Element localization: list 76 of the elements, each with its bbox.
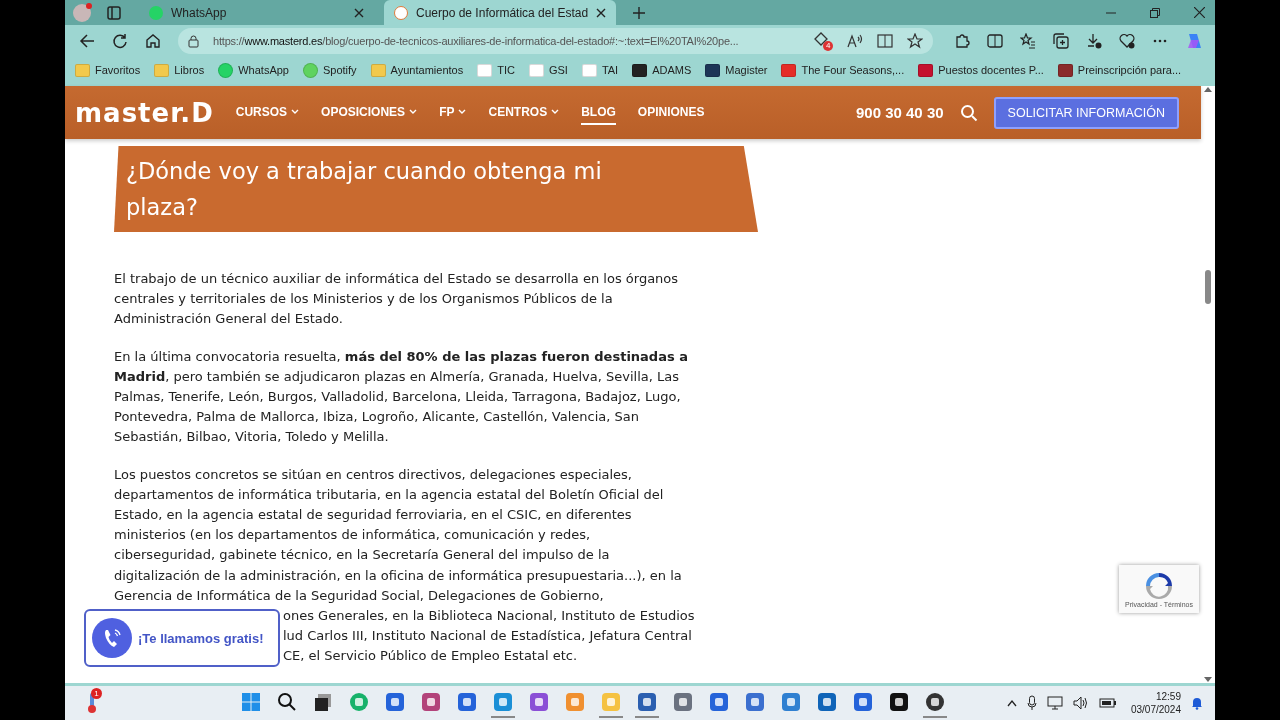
microphone-icon[interactable] bbox=[1026, 695, 1037, 711]
chevron-down-icon bbox=[291, 108, 300, 115]
bookmark[interactable]: TIC bbox=[477, 63, 515, 77]
read-aloud-icon[interactable] bbox=[847, 34, 863, 48]
bookmark[interactable]: The Four Seasons,... bbox=[781, 63, 905, 77]
clock-date[interactable]: 03/07/2024 bbox=[1130, 703, 1181, 716]
battery-icon[interactable] bbox=[1098, 697, 1117, 709]
paragraph-line: ones Generales, en la Biblioteca Nacional, Instituto de Estudios bbox=[283, 607, 695, 626]
url-text: https://www.masterd.es/blog/cuerpo-de-tecnicos-auxiliares-de-informatica-del-estado#:~:text=El%20TAI%20pe... bbox=[213, 35, 740, 47]
paragraph-line: CE, el Servicio Público de Empleo Estatal etc. bbox=[283, 647, 579, 666]
nav-link[interactable]: BLOG bbox=[581, 100, 616, 125]
search-icon[interactable] bbox=[959, 103, 978, 122]
address-bar[interactable]: https://www.masterd.es/blog/cuerpo-de-tecnicos-auxiliares-de-informatica-del-estado#:~:text=El%20TAI%20pe... 4 bbox=[178, 28, 933, 54]
clock-time[interactable]: 12:59 bbox=[1155, 690, 1181, 703]
request-info-button[interactable]: SOLICITAR INFORMACIÓN bbox=[993, 96, 1179, 129]
bookmark[interactable]: TAI bbox=[581, 63, 619, 77]
tab-title: Cuerpo de Informática del Estad bbox=[416, 5, 589, 20]
close-icon[interactable] bbox=[354, 7, 364, 18]
paragraph: En la última convocatoria resuelta, más del 80% de las plazas fueron destinadas a Madrid, pero también se adjudicaron plazas en Almería, Granada, Huelva, Sevilla, Las Palmas, Tenerife, León, Burgos, Valladolid, Barcelona, Lleida, Tarragona, Badajoz, Lugo, Pontevedra, Palma de Mallorca, Ibiza, Logroño, Alicante, Castellón, Valencia, San Sebastián, Bilbao, Vitoria, Toledo y Melilla. bbox=[114, 347, 688, 447]
bookmark[interactable]: Libros bbox=[154, 63, 205, 77]
bookmark[interactable]: Puestos docentes P... bbox=[918, 63, 1044, 77]
reader-icon[interactable] bbox=[877, 34, 893, 48]
tracker-count: 4 bbox=[823, 40, 833, 51]
bookmark[interactable]: Favoritos bbox=[75, 63, 141, 77]
tab-title: WhatsApp bbox=[171, 5, 228, 20]
tab-actions-icon[interactable] bbox=[107, 5, 121, 20]
close-icon[interactable] bbox=[596, 7, 607, 18]
bookmark[interactable]: Preinscripción para... bbox=[1057, 63, 1182, 77]
collections-icon[interactable] bbox=[1053, 33, 1069, 49]
paragraph: El trabajo de un técnico auxiliar de informática del Estado se desarrolla en los órganos centrales y territoriales de los Ministerios y de los Organismos Públicos de la Administración General del Estado. bbox=[114, 270, 679, 329]
bookmark[interactable]: Spotify bbox=[302, 62, 357, 78]
section-heading: ¿Dónde voy a trabajar cuando obtenga mi plaza? bbox=[126, 157, 603, 222]
nav-link[interactable]: FP bbox=[439, 100, 467, 125]
browser-tab[interactable]: WhatsApp bbox=[139, 0, 374, 25]
whatsapp-icon bbox=[149, 5, 163, 20]
download-icon[interactable] bbox=[1086, 33, 1102, 49]
bookmark[interactable]: GSI bbox=[528, 63, 568, 77]
bookmark[interactable]: ADAMS bbox=[632, 63, 692, 77]
site-logo[interactable]: master.D bbox=[75, 97, 214, 128]
chevron-down-icon bbox=[458, 108, 467, 115]
extensions-icon[interactable] bbox=[954, 33, 970, 49]
profile-icon[interactable] bbox=[73, 3, 91, 22]
phone-icon bbox=[92, 618, 132, 659]
notification-bell-icon[interactable] bbox=[1191, 696, 1203, 710]
close-icon[interactable] bbox=[1194, 7, 1205, 18]
chevron-down-icon bbox=[551, 108, 560, 115]
nav-link[interactable]: CURSOS bbox=[235, 100, 300, 125]
phone-number[interactable]: 900 30 40 30 bbox=[856, 104, 944, 121]
nav-link[interactable]: OPOSICIONES bbox=[321, 100, 418, 125]
lock-icon bbox=[188, 34, 199, 48]
reload-icon[interactable] bbox=[112, 33, 128, 49]
scroll-up-icon[interactable] bbox=[1204, 86, 1212, 92]
chevron-down-icon bbox=[409, 108, 418, 115]
scroll-thumb[interactable] bbox=[1205, 270, 1211, 304]
back-icon[interactable] bbox=[79, 33, 95, 49]
bookmark[interactable]: Ayuntamientos bbox=[370, 63, 464, 77]
call-me-widget[interactable]: ¡Te llamamos gratis! bbox=[84, 609, 280, 668]
health-icon[interactable] bbox=[1119, 33, 1135, 49]
network-icon[interactable] bbox=[1046, 696, 1063, 710]
new-tab-icon[interactable] bbox=[632, 5, 647, 20]
recaptcha-icon bbox=[1143, 570, 1175, 601]
notification-badge: 1 bbox=[91, 688, 102, 699]
browser-tab[interactable]: Cuerpo de Informática del Estad bbox=[384, 0, 617, 25]
home-icon[interactable] bbox=[145, 33, 161, 49]
split-screen-icon[interactable] bbox=[987, 33, 1003, 49]
nav-link[interactable]: CENTROS bbox=[488, 100, 560, 125]
bookmark[interactable]: WhatsApp bbox=[218, 62, 289, 78]
bookmark[interactable]: Magister bbox=[705, 63, 768, 77]
chevron-up-icon[interactable] bbox=[1006, 699, 1017, 707]
favorites-icon[interactable] bbox=[1020, 33, 1036, 49]
restore-icon[interactable] bbox=[1150, 7, 1160, 18]
nav-link[interactable]: OPINIONES bbox=[637, 100, 705, 125]
volume-icon[interactable] bbox=[1072, 696, 1089, 710]
paragraph-line: lud Carlos III, Instituto Nacional de Estadística, Jefatura Central bbox=[283, 627, 693, 646]
site-icon bbox=[394, 5, 408, 20]
favorite-star-icon[interactable] bbox=[907, 33, 923, 49]
